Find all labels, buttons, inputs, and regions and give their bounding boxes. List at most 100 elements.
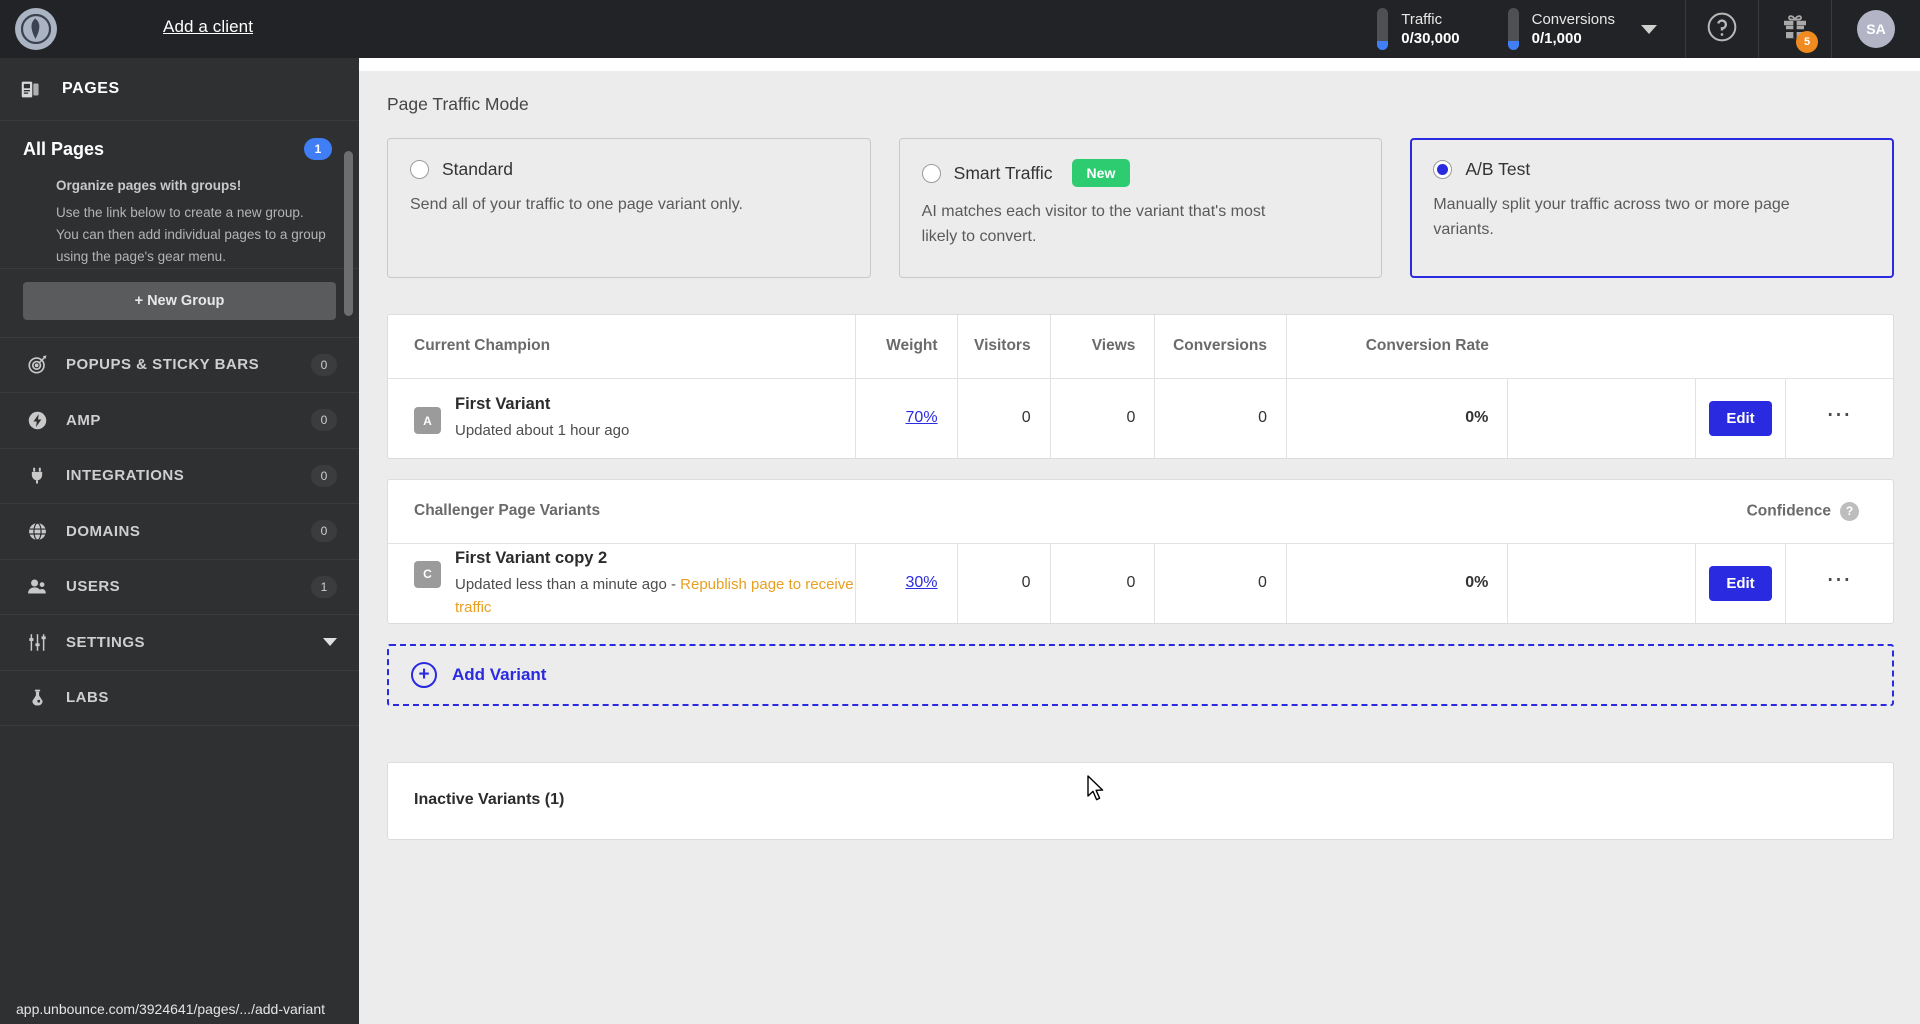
help-circle-icon[interactable]: ? — [1840, 501, 1859, 521]
edit-button[interactable]: Edit — [1709, 400, 1772, 436]
variant-letter-badge: C — [414, 560, 441, 588]
mode-description: Manually split your traffic across two o… — [1433, 196, 1790, 238]
add-client-link[interactable]: Add a client — [163, 17, 253, 37]
sidebar-item-popups-sticky-bars[interactable]: POPUPS & STICKY BARS 0 — [0, 338, 359, 394]
new-group-button[interactable]: + New Group — [23, 281, 336, 320]
variant-updated-prefix: Updated less than a minute ago - — [455, 575, 681, 593]
new-group-wrap: + New Group — [0, 268, 359, 337]
mouse-cursor — [1086, 775, 1106, 808]
plus-circle-icon: + — [411, 662, 437, 688]
th-current-champion: Current Champion — [414, 337, 551, 355]
plug-icon — [22, 465, 52, 486]
sidebar-item-integrations[interactable]: INTEGRATIONS 0 — [0, 449, 359, 505]
globe-icon — [22, 521, 52, 542]
edit-button[interactable]: Edit — [1709, 565, 1772, 601]
champion-panel: Current Champion Weight Visitors Views C… — [387, 314, 1894, 459]
cell-conversions: 0 — [1154, 543, 1287, 623]
add-variant-label: Add Variant — [452, 665, 547, 684]
cell-more: ⋯ — [1785, 378, 1893, 458]
bolt-icon — [22, 410, 52, 431]
group-tip-title: Organize pages with groups! — [56, 178, 242, 193]
challenger-table: Challenger Page Variants Confidence? C F… — [388, 480, 1893, 623]
traffic-mode-options: Standard Send all of your traffic to one… — [359, 115, 1920, 278]
weight-link[interactable]: 70% — [906, 409, 938, 426]
radio-standard[interactable] — [410, 160, 429, 179]
sidebar-item-label: POPUPS & STICKY BARS — [66, 356, 260, 374]
users-icon — [22, 576, 52, 597]
sidebar-item-amp[interactable]: AMP 0 — [0, 393, 359, 449]
traffic-label: Traffic — [1401, 10, 1443, 28]
help-button[interactable] — [1686, 0, 1758, 58]
mode-label: A/B Test — [1465, 159, 1531, 179]
th-actions — [1508, 315, 1893, 378]
sidebar-item-label: LABS — [66, 689, 109, 707]
spacer — [359, 58, 1920, 71]
traffic-value: 0/30,000 — [1401, 29, 1460, 47]
sidebar-item-count: 0 — [311, 520, 337, 543]
table-header-row: Current Champion Weight Visitors Views C… — [388, 315, 1893, 378]
cell-weight: 30% — [854, 543, 958, 623]
cell-conversion-rate: 0% — [1285, 543, 1508, 623]
th-confidence: Confidence? — [1508, 480, 1893, 543]
mode-description: Send all of your traffic to one page var… — [410, 196, 743, 213]
cell-variant: C First Variant copy 2 Updated less than… — [388, 543, 855, 623]
group-tip: Organize pages with groups! Use the link… — [0, 172, 359, 268]
sidebar-item-count: 0 — [311, 353, 337, 376]
sidebar-section-pages[interactable]: PAGES — [0, 58, 359, 121]
sidebar-item-users[interactable]: USERS 1 — [0, 560, 359, 616]
cell-visitors: 0 — [956, 543, 1051, 623]
sidebar-item-all-pages[interactable]: All Pages 1 — [0, 121, 359, 172]
conversions-gauge-icon — [1507, 8, 1519, 50]
gift-button[interactable]: 5 — [1759, 0, 1831, 58]
sidebar-scrollbar[interactable] — [344, 151, 353, 316]
mode-label: Smart Traffic — [953, 162, 1053, 183]
chevron-down-icon[interactable] — [1641, 24, 1657, 34]
conversions-label: Conversions — [1531, 10, 1615, 28]
challenger-panel: Challenger Page Variants Confidence? C F… — [387, 479, 1894, 624]
add-variant-button[interactable]: + Add Variant — [387, 644, 1894, 706]
variant-letter-badge: A — [414, 407, 441, 435]
all-pages-block: All Pages 1 Organize pages with groups! … — [0, 121, 359, 316]
unbounce-logo-icon[interactable] — [15, 8, 57, 50]
pages-icon — [20, 79, 50, 100]
cell-weight: 70% — [854, 378, 958, 458]
inactive-variants-panel: Inactive Variants (1) — [387, 762, 1894, 840]
main-area: Traffic 0/30,000 Conversions 0/1,000 5 S… — [359, 0, 1920, 1024]
weight-link[interactable]: 30% — [906, 574, 938, 591]
flask-icon — [22, 687, 52, 708]
th-challenger-variants: Challenger Page Variants — [414, 502, 601, 520]
gift-icon: 5 — [1780, 12, 1818, 53]
mode-card-standard[interactable]: Standard Send all of your traffic to one… — [387, 138, 871, 278]
more-horizontal-icon[interactable]: ⋯ — [1826, 565, 1854, 593]
sidebar-item-label: USERS — [66, 578, 121, 596]
champion-table: Current Champion Weight Visitors Views C… — [388, 315, 1893, 458]
th-conversion-rate: Conversion Rate — [1285, 315, 1508, 378]
sidebar-item-count: 0 — [311, 409, 337, 432]
topbar: Traffic 0/30,000 Conversions 0/1,000 5 S… — [359, 0, 1920, 58]
sidebar-item-domains[interactable]: DOMAINS 0 — [0, 504, 359, 560]
th-weight: Weight — [854, 315, 958, 378]
traffic-gauge-icon — [1377, 8, 1389, 50]
more-horizontal-icon[interactable]: ⋯ — [1826, 400, 1854, 428]
gift-badge: 5 — [1796, 30, 1818, 53]
variant-updated: Updated about 1 hour ago — [455, 422, 630, 440]
cell-conversions: 0 — [1154, 378, 1287, 458]
mode-card-ab-test[interactable]: A/B Test Manually split your traffic acr… — [1410, 138, 1895, 278]
cell-edit: Edit — [1694, 543, 1786, 623]
mode-card-smart-traffic[interactable]: Smart Traffic New AI matches each visito… — [898, 138, 1383, 278]
sidebar-item-label: AMP — [66, 411, 101, 429]
chevron-down-icon — [323, 638, 337, 647]
cell-conversion-rate: 0% — [1285, 378, 1508, 458]
table-header-row: Challenger Page Variants Confidence? — [388, 480, 1893, 543]
sidebar-item-labs[interactable]: LABS — [0, 671, 359, 727]
cell-views: 0 — [1049, 543, 1155, 623]
cell-views: 0 — [1049, 378, 1155, 458]
radio-smart-traffic[interactable] — [921, 163, 941, 183]
account-button[interactable]: SA — [1832, 0, 1920, 58]
conversions-meter[interactable]: Conversions 0/1,000 — [1507, 8, 1615, 50]
radio-ab-test[interactable] — [1433, 160, 1453, 179]
traffic-meter[interactable]: Traffic 0/30,000 — [1377, 8, 1460, 50]
sliders-icon — [22, 632, 52, 653]
sidebar-item-settings[interactable]: SETTINGS — [0, 615, 359, 671]
all-pages-count: 1 — [304, 138, 332, 160]
